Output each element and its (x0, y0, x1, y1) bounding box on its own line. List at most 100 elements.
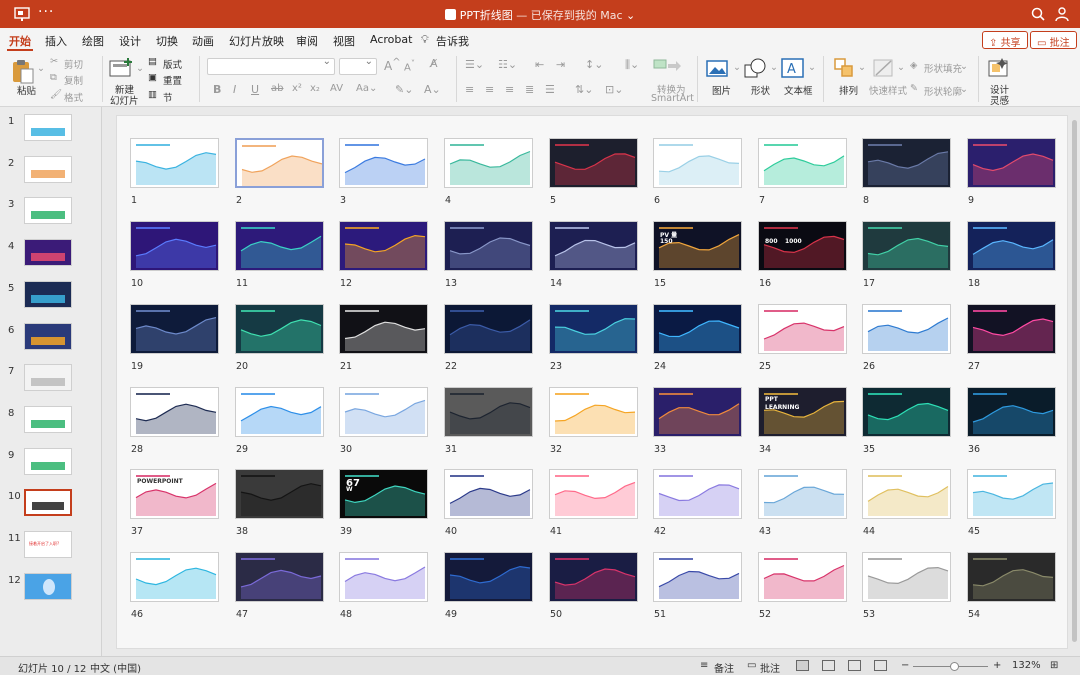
shape-fill-button[interactable]: 形状填充 (924, 61, 962, 75)
slide-thumbnail[interactable] (862, 304, 951, 354)
slide-thumbnail[interactable] (653, 469, 742, 519)
tab-animations[interactable]: 动画 (192, 33, 214, 49)
layout-button[interactable]: 版式 (163, 57, 182, 71)
slide-thumbnail[interactable] (758, 552, 847, 602)
slide-thumbnail[interactable] (653, 387, 742, 437)
slide-thumbnail[interactable] (235, 221, 324, 271)
slide-thumbnail[interactable] (549, 304, 638, 354)
shape-fill-chevron-icon[interactable]: ⌄ (960, 61, 968, 72)
change-case-icon[interactable]: Aa⌄ (356, 83, 377, 94)
zoom-out-button[interactable]: − (901, 660, 909, 671)
new-slide-label-2[interactable]: 幻灯片 (110, 93, 139, 107)
tab-review[interactable]: 审阅 (296, 33, 318, 49)
shape-fill-icon[interactable]: ◈ (910, 60, 917, 71)
zoom-slider-thumb[interactable] (950, 662, 959, 671)
slide-thumbnail[interactable] (653, 304, 742, 354)
slide-thumbnail[interactable] (549, 387, 638, 437)
shape-outline-button[interactable]: 形状轮廓 (924, 84, 962, 98)
section-button[interactable]: 节 (163, 90, 173, 104)
arrange-icon[interactable] (833, 57, 857, 79)
arrange-label[interactable]: 排列 (839, 83, 858, 97)
justify-icon[interactable]: ≣ (525, 83, 534, 96)
slide-thumbnail[interactable] (862, 552, 951, 602)
slide-thumbnail[interactable] (862, 138, 951, 188)
slide-thumbnail[interactable] (130, 387, 219, 437)
slide-thumbnail[interactable] (339, 552, 428, 602)
tab-slideshow[interactable]: 幻灯片放映 (229, 33, 284, 49)
share-button[interactable]: ⇪ 共享 (982, 31, 1028, 49)
textbox-icon[interactable]: A (781, 57, 805, 79)
slide-sorter-view-icon[interactable] (822, 660, 835, 671)
slide-thumbnail[interactable] (549, 552, 638, 602)
quick-styles-label[interactable]: 快速样式 (869, 83, 907, 97)
slide-thumbnail[interactable] (444, 387, 533, 437)
highlight-icon[interactable]: ✎⌄ (395, 83, 413, 96)
slide-thumbnail[interactable] (862, 387, 951, 437)
quick-styles-icon[interactable] (872, 57, 896, 79)
italic-button[interactable]: I (233, 83, 236, 96)
slide-thumbnail[interactable] (967, 304, 1056, 354)
picture-chevron-icon[interactable]: ⌄ (733, 62, 741, 73)
slide-thumbnail[interactable] (549, 138, 638, 188)
language-indicator[interactable]: 中文 (中国) (90, 660, 141, 675)
tab-home[interactable]: 开始 (7, 33, 33, 51)
format-painter-button[interactable]: 格式 (64, 90, 83, 104)
subscript-button[interactable]: x₂ (310, 83, 320, 94)
distributed-icon[interactable]: ☰ (545, 83, 555, 96)
slide-thumbnail[interactable] (444, 138, 533, 188)
slide-thumbnail[interactable] (549, 221, 638, 271)
paste-icon[interactable] (10, 58, 36, 84)
paste-label[interactable]: 粘贴 (17, 83, 36, 97)
left-slide-thumbnail[interactable]: 接着开启了入职? (24, 531, 72, 558)
textbox-chevron-icon[interactable]: ⌄ (808, 62, 816, 73)
shape-outline-icon[interactable]: ✎ (910, 83, 918, 94)
left-slide-thumbnail[interactable] (24, 322, 72, 350)
copy-button[interactable]: 复制 (64, 73, 83, 87)
smartart-icon[interactable] (652, 57, 682, 77)
slide-thumbnail[interactable] (967, 387, 1056, 437)
slideshow-view-icon[interactable] (874, 660, 887, 671)
designer-label-2[interactable]: 灵感 (990, 93, 1009, 107)
search-icon[interactable] (1030, 6, 1046, 22)
slide-sorter-area[interactable]: 1 2 3 4 5 6 7 8 9 10 11 12 13 14 PV 量 150 15 800 1000 16 17 1… (116, 115, 1068, 649)
slide-thumbnail[interactable]: 800 1000 (758, 221, 847, 271)
slide-thumbnail[interactable] (653, 138, 742, 188)
strikethrough-button[interactable]: ab (271, 83, 283, 94)
slide-thumbnail[interactable] (758, 304, 847, 354)
zoom-level[interactable]: 132% (1012, 660, 1041, 671)
slide-thumbnail[interactable] (130, 304, 219, 354)
bold-button[interactable]: B (213, 83, 221, 96)
slide-thumbnail[interactable] (653, 552, 742, 602)
arrange-chevron-icon[interactable]: ⌄ (858, 62, 866, 73)
slide-thumbnail[interactable]: POWERPOINT (130, 469, 219, 519)
reading-view-icon[interactable] (848, 660, 861, 671)
section-icon[interactable]: ▥ (148, 89, 157, 100)
copy-icon[interactable]: ⧉ (50, 72, 57, 83)
increase-indent-icon[interactable]: ⇥ (556, 58, 565, 71)
slide-thumbnail[interactable]: 67 W (339, 469, 428, 519)
notes-button[interactable]: 备注 (714, 660, 734, 675)
slide-thumbnail[interactable] (444, 469, 533, 519)
underline-button[interactable]: U (251, 83, 259, 96)
shape-icon[interactable] (744, 57, 768, 79)
grow-font-button[interactable]: A^ (384, 57, 401, 73)
slide-thumbnail[interactable] (235, 304, 324, 354)
slide-thumbnail[interactable] (862, 221, 951, 271)
tab-view[interactable]: 视图 (333, 33, 355, 49)
paste-chevron-icon[interactable]: ⌄ (37, 63, 45, 74)
slide-thumbnail[interactable] (967, 469, 1056, 519)
slide-thumbnail[interactable] (130, 138, 219, 188)
quick-styles-chevron-icon[interactable]: ⌄ (897, 62, 905, 73)
format-painter-icon[interactable]: 🖌︎ (50, 89, 62, 100)
picture-label[interactable]: 图片 (712, 83, 731, 97)
bullets-icon[interactable]: ☰⌄ (465, 58, 484, 71)
slide-thumbnail[interactable] (235, 469, 324, 519)
left-slide-thumbnail[interactable] (24, 405, 72, 433)
notes-icon[interactable]: ≡ (700, 660, 708, 671)
slide-thumbnail[interactable] (339, 221, 428, 271)
align-left-icon[interactable]: ≡ (465, 83, 474, 96)
designer-icon[interactable] (986, 56, 1010, 80)
clear-format-icon[interactable]: A̸ (430, 57, 438, 70)
left-slide-thumbnail[interactable] (24, 197, 72, 225)
slide-thumbnail[interactable] (130, 221, 219, 271)
